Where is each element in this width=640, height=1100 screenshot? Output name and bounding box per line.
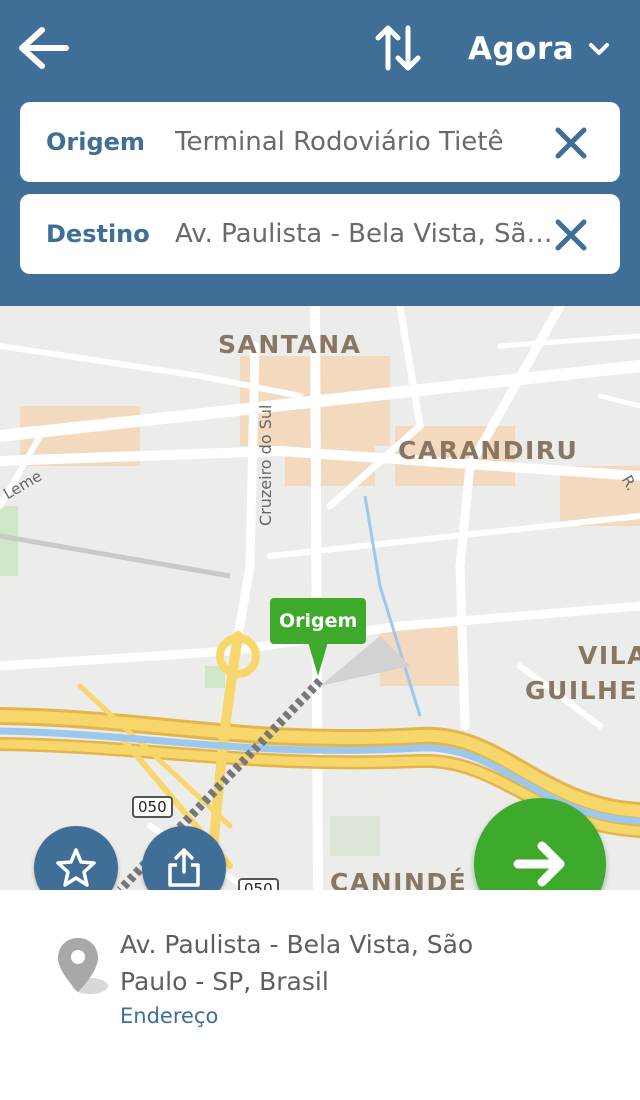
time-selector[interactable]: Agora xyxy=(468,28,610,70)
map-label-carandiru: CARANDIRU xyxy=(398,436,579,465)
top-bar: Agora Origem Terminal Rodoviário Tietê D… xyxy=(0,0,640,306)
destination-input[interactable]: Av. Paulista - Bela Vista, São Paulo - S… xyxy=(175,194,555,274)
back-arrow-icon[interactable] xyxy=(18,24,70,72)
chevron-down-icon xyxy=(589,43,610,55)
highway-shield: 050 xyxy=(238,878,279,890)
swap-icon[interactable] xyxy=(374,22,422,74)
map-label-vila: VILA xyxy=(578,641,640,670)
origin-input[interactable]: Terminal Rodoviário Tietê xyxy=(175,102,555,182)
highway-shield: 050 xyxy=(132,796,173,818)
location-pin-icon xyxy=(58,938,108,994)
clear-destination-close-icon[interactable] xyxy=(554,218,588,252)
origin-pin-label: Origem xyxy=(270,598,367,644)
destination-field[interactable]: Destino Av. Paulista - Bela Vista, São P… xyxy=(20,194,620,274)
destination-label: Destino xyxy=(46,220,150,248)
map-label-guilherme: GUILHERME xyxy=(525,676,640,705)
origin-label: Origem xyxy=(46,128,145,156)
origin-field[interactable]: Origem Terminal Rodoviário Tietê xyxy=(20,102,620,182)
destination-address: Av. Paulista - Bela Vista, São Paulo - S… xyxy=(120,930,474,996)
street-label-cruzeiro-do-sul: Cruzeiro do Sul xyxy=(256,404,275,526)
place-details-sheet: Av. Paulista - Bela Vista, São Paulo - S… xyxy=(0,890,640,1100)
pin-tip xyxy=(308,642,328,676)
map-label-santana: SANTANA xyxy=(218,330,362,359)
arrow-right-icon xyxy=(513,841,565,887)
star-icon xyxy=(56,848,96,887)
origin-map-pin[interactable]: Origem xyxy=(270,598,367,676)
map-label-caninde: CANINDÉ xyxy=(330,868,468,890)
clear-origin-close-icon[interactable] xyxy=(554,126,588,160)
address-type-label: Endereço xyxy=(120,1004,219,1028)
share-icon xyxy=(168,848,200,887)
time-selector-label: Agora xyxy=(468,31,575,67)
